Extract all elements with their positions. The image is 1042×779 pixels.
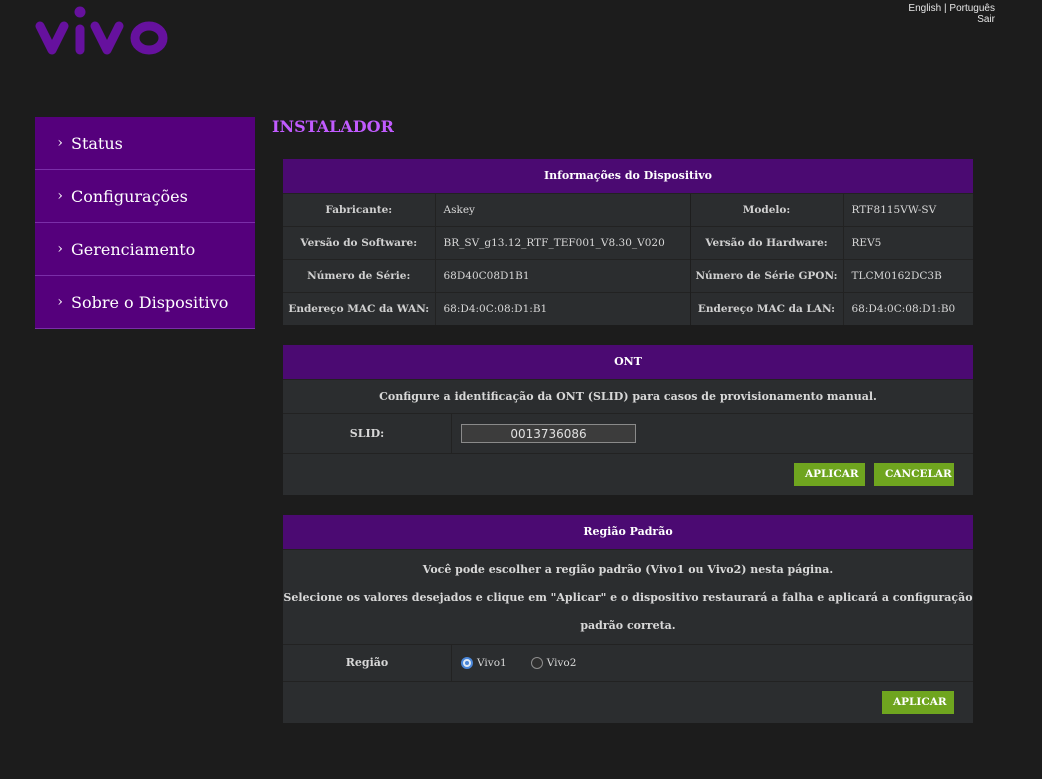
apply-button[interactable]: APLICAR [794, 463, 865, 486]
cancel-button[interactable]: CANCELAR [874, 463, 954, 486]
lang-separator: | [944, 3, 947, 14]
panel-title: Região Padrão [283, 515, 973, 549]
table-row: Fabricante: Askey Modelo: RTF8115VW-SV [283, 193, 973, 227]
sidebar-item-label: Configurações [71, 186, 188, 206]
field-value: RTF8115VW-SV [842, 193, 973, 227]
region-label: Região [345, 656, 389, 669]
ont-actions: APLICAR CANCELAR [283, 453, 973, 495]
field-value: 68:D4:0C:08:D1:B1 [434, 292, 690, 325]
field-label: Endereço MAC da WAN: [283, 292, 435, 325]
sidebar-item-label: Status [71, 133, 123, 153]
sidebar-item-configuracoes[interactable]: › Configurações [35, 170, 255, 223]
sidebar-item-sobre[interactable]: › Sobre o Dispositivo [35, 276, 255, 329]
table-row: Número de Série: 68D40C08D1B1 Número de … [283, 259, 973, 293]
region-option-vivo2[interactable]: Vivo2 [530, 657, 577, 669]
chevron-right-icon: › [57, 135, 63, 151]
radio-button[interactable] [530, 657, 543, 669]
panel-title: Informações do Dispositivo [283, 159, 973, 193]
page-title: INSTALADOR [272, 117, 394, 136]
sidebar: › Status › Configurações › Gerenciamento… [35, 117, 255, 329]
field-label: Modelo: [689, 193, 843, 227]
device-info-table: Fabricante: Askey Modelo: RTF8115VW-SV V… [283, 193, 973, 325]
radio-label: Vivo2 [546, 657, 577, 669]
field-value: TLCM0162DC3B [842, 259, 973, 293]
field-label: Versão do Hardware: [689, 226, 843, 260]
logout-link[interactable]: Sair [977, 14, 995, 25]
vivo-logo [35, 6, 168, 55]
field-label: Fabricante: [283, 193, 435, 227]
region-option-vivo1[interactable]: Vivo1 [461, 657, 507, 669]
field-value: BR_SV_g13.12_RTF_TEF001_V8.30_V020 [434, 226, 690, 260]
chevron-right-icon: › [57, 188, 63, 204]
device-info-panel: Informações do Dispositivo Fabricante: A… [283, 159, 973, 325]
field-label: Versão do Software: [283, 226, 435, 260]
slid-label: SLID: [349, 427, 385, 440]
table-row: Endereço MAC da WAN: 68:D4:0C:08:D1:B1 E… [283, 292, 973, 325]
region-description: Você pode escolher a região padrão (Vivo… [283, 549, 973, 644]
sidebar-item-label: Gerenciamento [71, 239, 196, 259]
slid-input[interactable] [461, 424, 636, 443]
slid-cell [451, 414, 973, 453]
field-label: Número de Série GPON: [689, 259, 843, 293]
region-description-line1: Você pode escolher a região padrão (Vivo… [422, 563, 834, 576]
lang-english-link[interactable]: English [908, 3, 941, 14]
apply-button[interactable]: APLICAR [882, 691, 954, 714]
lang-portuguese-link[interactable]: Português [949, 3, 995, 14]
header-links: English | Português Sair [908, 3, 995, 25]
field-value: Askey [434, 193, 690, 227]
panel-title: ONT [283, 345, 973, 379]
ont-description: Configure a identificação da ONT (SLID) … [283, 379, 973, 413]
sidebar-item-gerenciamento[interactable]: › Gerenciamento [35, 223, 255, 276]
chevron-right-icon: › [57, 241, 63, 257]
region-actions: APLICAR [283, 681, 973, 723]
field-value: 68D40C08D1B1 [434, 259, 690, 293]
sidebar-item-status[interactable]: › Status [35, 117, 255, 170]
radio-button-selected[interactable] [461, 657, 473, 669]
region-row: Região Vivo1 Vivo2 [283, 644, 973, 681]
field-value: REV5 [842, 226, 973, 260]
slid-row: SLID: [283, 413, 973, 453]
table-row: Versão do Software: BR_SV_g13.12_RTF_TEF… [283, 226, 973, 260]
sidebar-item-label: Sobre o Dispositivo [71, 292, 229, 312]
radio-label: Vivo1 [477, 657, 507, 669]
field-label: Endereço MAC da LAN: [689, 292, 843, 325]
region-panel: Região Padrão Você pode escolher a regiã… [283, 515, 973, 723]
field-value: 68:D4:0C:08:D1:B0 [842, 292, 973, 325]
chevron-right-icon: › [57, 294, 63, 310]
field-label: Número de Série: [283, 259, 435, 293]
ont-panel: ONT Configure a identificação da ONT (SL… [283, 345, 973, 495]
region-description-line2: Selecione os valores desejados e clique … [283, 591, 973, 632]
region-options: Vivo1 Vivo2 [451, 645, 973, 681]
